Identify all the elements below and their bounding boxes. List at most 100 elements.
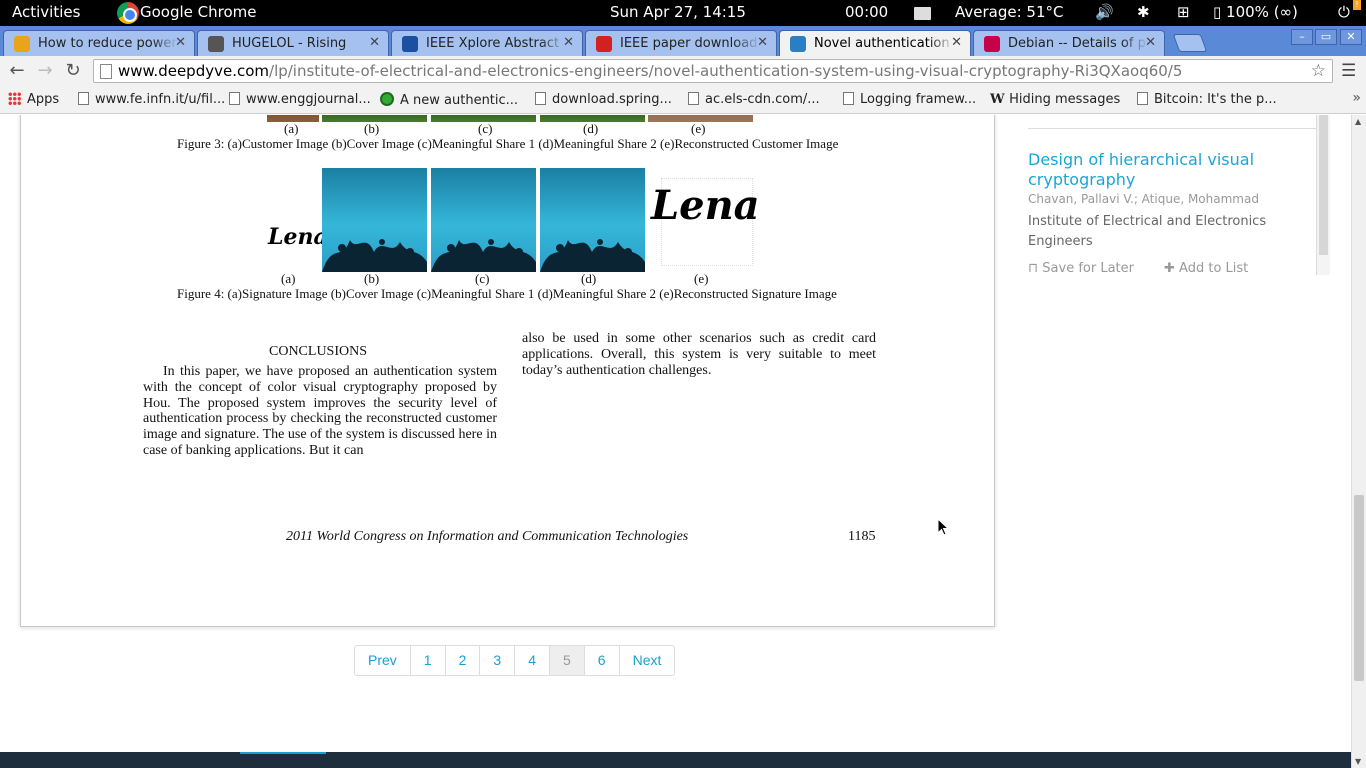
tab-4[interactable]: IEEE paper download f ✕ [585, 30, 777, 56]
activities-button[interactable]: Activities [12, 3, 80, 21]
bookmarks-overflow-icon[interactable]: » [1352, 90, 1361, 106]
fig4-sublabel-e: (e) [694, 271, 709, 286]
bookmarks-bar: » Apps www.fe.infn.it/u/fil... www.enggjou… [0, 87, 1366, 114]
page-link-1[interactable]: 1 [411, 646, 446, 675]
conclusions-paragraph: In this paper, we have proposed an authe… [143, 364, 497, 458]
page-content: (a) (b) (c) (d) (e) Figure 3: (a)Custome… [0, 115, 1351, 768]
close-tab-icon[interactable]: ✕ [175, 35, 186, 50]
tab-3[interactable]: IEEE Xplore Abstract - ✕ [391, 30, 583, 56]
fig4-sublabel-c: (c) [475, 271, 490, 286]
debian-icon [984, 36, 1000, 52]
bluetooth-icon[interactable]: ✱ [1137, 3, 1150, 21]
url-host: www.deepdyve.com [118, 62, 270, 80]
page-footer-venue: 2011 World Congress on Information and C… [286, 529, 689, 544]
fig4-share2-image [540, 168, 645, 272]
maximize-icon[interactable]: ▭ [1315, 29, 1337, 45]
bookmark-item[interactable]: www.fe.infn.it/u/fil... [78, 92, 225, 107]
page-scroll-thumb[interactable] [1354, 495, 1364, 681]
url-text[interactable]: www.deepdyve.com/lp/institute-of-electri… [118, 62, 1182, 80]
power-icon[interactable]: ⏻ [1338, 3, 1350, 21]
page-link-6[interactable]: 6 [585, 646, 620, 675]
bookmark-label: www.enggjournal... [246, 92, 371, 107]
tab-1[interactable]: How to reduce power c ✕ [3, 30, 195, 56]
bookmark-item[interactable]: ac.els-cdn.com/... [688, 92, 820, 107]
add-to-list-button[interactable]: ✚ Add to List [1164, 261, 1248, 276]
scroll-down-icon[interactable]: ▼ [1355, 757, 1361, 766]
close-tab-icon[interactable]: ✕ [757, 35, 768, 50]
page-number: 1185 [848, 529, 876, 544]
network-icon[interactable]: ⊞ [1177, 3, 1190, 21]
reload-icon[interactable]: ↻ [62, 60, 84, 82]
bookmark-item[interactable]: Apps [8, 92, 59, 107]
smiley-icon [208, 36, 224, 52]
menu-icon[interactable]: ☰ [1341, 61, 1356, 81]
notification-badge[interactable]: ! [1353, 0, 1361, 10]
bookmark-label: A new authentic... [400, 93, 519, 108]
new-tab-button[interactable] [1172, 34, 1208, 52]
back-icon[interactable]: ← [6, 60, 28, 82]
ieee-icon [402, 36, 418, 52]
bookmark-item[interactable]: Logging framew... [843, 92, 976, 107]
save-for-later-button[interactable]: ⊓ Save for Later [1028, 261, 1134, 276]
scroll-up-icon[interactable]: ▲ [1355, 117, 1361, 126]
minimize-icon[interactable]: – [1291, 29, 1313, 45]
page-scrollbar[interactable]: ▲ ▼ [1351, 115, 1366, 768]
close-tab-icon[interactable]: ✕ [563, 35, 574, 50]
tab-title: How to reduce power c [38, 36, 178, 51]
tab-6[interactable]: Debian -- Details of pa ✕ [973, 30, 1165, 56]
volume-icon[interactable]: 🔊 [1095, 3, 1114, 21]
reddit-icon [14, 36, 30, 52]
system-top-bar: Activities Google Chrome Sun Apr 27, 14:… [0, 0, 1366, 26]
related-article-publisher: Institute of Electrical and Electronics … [1028, 214, 1267, 249]
chrome-icon [117, 2, 139, 24]
sidebar-scrollbar[interactable] [1316, 115, 1330, 275]
bookmark-item[interactable]: Bitcoin: It's the p... [1137, 92, 1277, 107]
page-link-4[interactable]: 4 [515, 646, 550, 675]
page-link-2[interactable]: 2 [446, 646, 481, 675]
text-column-right: also be used in some other scenarios suc… [522, 331, 876, 378]
fig4-cover-image [322, 168, 427, 272]
battery-label: 100% (∞) [1226, 3, 1298, 21]
bookmark-item[interactable]: www.enggjournal... [229, 92, 371, 107]
fig4-sublabel-a: (a) [281, 271, 296, 286]
section-heading: CONCLUSIONS [269, 344, 368, 359]
battery-indicator[interactable]: ▯ 100% (∞) [1213, 3, 1298, 21]
close-tab-icon[interactable]: ✕ [1145, 35, 1156, 50]
divider [1028, 128, 1318, 129]
save-for-later-label: Save for Later [1042, 261, 1134, 276]
url-path: /lp/institute-of-electrical-and-electron… [269, 62, 1183, 80]
deepdyve-icon [790, 36, 806, 52]
page-link-5[interactable]: 5 [549, 646, 585, 675]
temperature-indicator[interactable]: Average: 51°C [955, 3, 1063, 21]
tab-title: HUGELOL - Rising [232, 36, 372, 51]
folder-icon[interactable] [914, 7, 931, 20]
related-article-title[interactable]: Design of hierarchical visual cryptograp… [1028, 150, 1308, 190]
bookmark-item[interactable]: W Hiding messages [990, 92, 1120, 107]
next-page-button[interactable]: Next [620, 646, 675, 675]
close-window-icon[interactable]: ✕ [1340, 29, 1362, 45]
close-tab-icon[interactable]: ✕ [369, 35, 380, 50]
fig3-sublabel-a: (a) [284, 121, 299, 136]
bookmark-item[interactable]: download.spring... [535, 92, 672, 107]
bookmark-label: Bitcoin: It's the p... [1154, 92, 1277, 107]
address-bar[interactable]: www.deepdyve.com/lp/institute-of-electri… [93, 59, 1333, 83]
tab-2[interactable]: HUGELOL - Rising ✕ [197, 30, 389, 56]
plus-icon: ✚ [1164, 261, 1175, 276]
app-menu[interactable]: Google Chrome [140, 3, 257, 21]
fig3-sublabel-d: (d) [583, 121, 599, 136]
close-tab-icon[interactable]: ✕ [951, 35, 962, 50]
bookmark-star-icon[interactable]: ☆ [1311, 61, 1326, 81]
browser-toolbar: ← → ↻ www.deepdyve.com/lp/institute-of-e… [0, 56, 1366, 87]
page-link-3[interactable]: 3 [480, 646, 516, 675]
tab-5[interactable]: Novel authentication s ✕ [779, 30, 971, 57]
tab-title: Debian -- Details of pa [1008, 36, 1148, 51]
clock[interactable]: Sun Apr 27, 14:15 [610, 3, 746, 21]
timer-indicator[interactable]: 00:00 [845, 3, 888, 21]
fig4-sublabel-d: (d) [581, 271, 597, 286]
prev-page-button[interactable]: Prev [355, 646, 411, 675]
sidebar-scroll-thumb[interactable] [1319, 115, 1328, 255]
pagination: Prev 1 2 3 4 5 6 Next [354, 645, 676, 676]
site-footer-bar [0, 752, 1351, 768]
bookmark-item[interactable]: A new authentic... [380, 92, 518, 108]
forward-icon[interactable]: → [34, 60, 56, 82]
